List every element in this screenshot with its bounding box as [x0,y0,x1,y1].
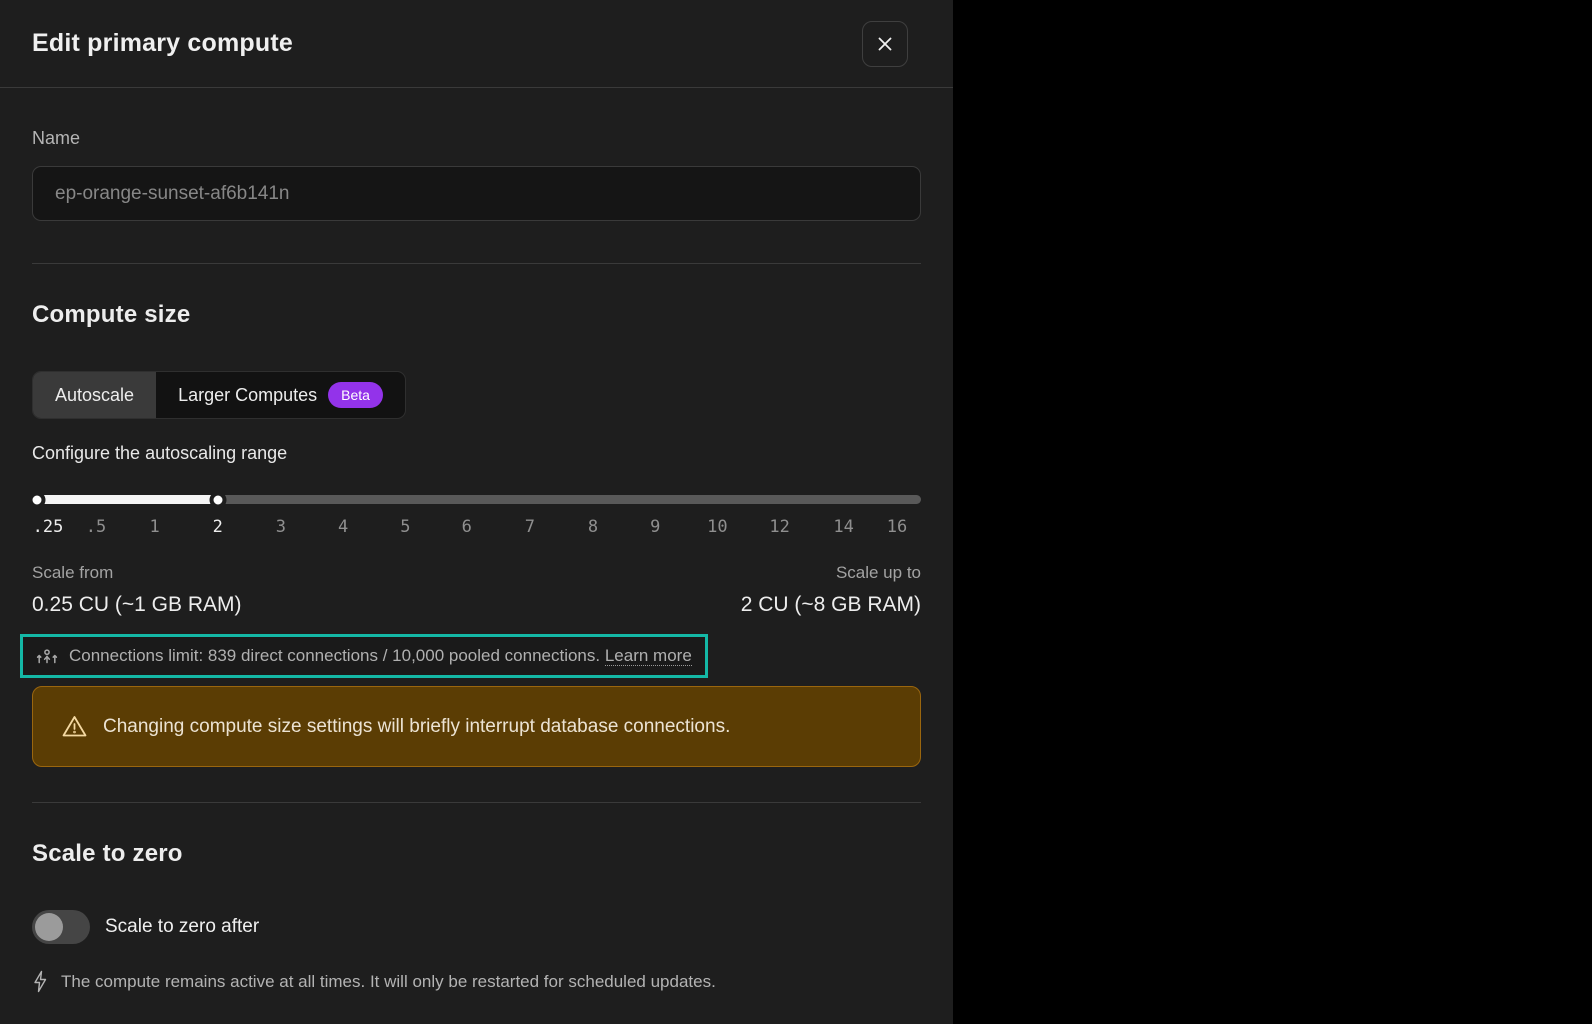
slider-tick-16: 16 [886,517,908,537]
scale-to-zero-toggle-row: Scale to zero after [32,910,921,944]
tab-larger-computes[interactable]: Larger Computes Beta [156,372,405,418]
slider-tick-3: 3 [275,517,287,537]
slider-tick-.25: .25 [32,517,64,537]
slider-tick-2: 2 [212,517,223,537]
edit-primary-compute-modal: Edit primary compute Name Compute size A… [0,0,953,1024]
slider-ticks: .25.5 1 2 3 4 5 6 7 8 9 10 12 14 16 [32,517,921,539]
slider-tick-14: 14 [833,517,854,537]
slider-tick-4: 4 [338,517,349,537]
slider-fill [32,495,218,504]
slider-tick-9: 9 [650,517,661,537]
connections-limit-note: Connections limit: 839 direct connection… [20,634,708,678]
autoscaling-range-slider [29,492,921,507]
slider-handle-max[interactable] [210,492,226,507]
connections-limit-message: Connections limit: 839 direct connection… [69,646,601,665]
scale-to-zero-toggle[interactable] [32,910,90,944]
divider [32,263,921,264]
slider-track[interactable] [32,495,921,504]
compute-size-tabs: Autoscale Larger Computes Beta [32,371,406,419]
compute-size-heading: Compute size [32,301,191,328]
slider-tick-1: 1 [149,517,160,537]
name-input[interactable] [32,166,921,221]
divider [32,802,921,803]
close-icon [875,34,895,54]
slider-tick-6: 6 [461,517,472,537]
compute-active-note: The compute remains active at all times.… [61,972,716,991]
lightning-bolt-icon [32,970,48,993]
scale-up-to-block: Scale up to 2 CU (~8 GB RAM) [741,563,921,617]
slider-handle-min[interactable] [29,492,45,507]
slider-tick-7: 7 [524,517,535,537]
modal-content: Name Compute size Autoscale Larger Compu… [0,128,953,993]
modal-header: Edit primary compute [0,0,953,88]
scale-up-to-value: 2 CU (~8 GB RAM) [740,593,921,616]
beta-badge: Beta [328,382,383,408]
modal-title: Edit primary compute [32,29,293,57]
scale-from-block: Scale from 0.25 CU (~1 GB RAM) [32,563,241,617]
scale-summary-row: Scale from 0.25 CU (~1 GB RAM) Scale up … [32,563,921,617]
name-label: Name [32,128,81,148]
connections-limit-text: Connections limit: 839 direct connection… [69,645,692,667]
slider-tick-10: 10 [707,517,728,537]
scale-from-label: Scale from [32,563,114,582]
toggle-knob [35,913,63,941]
tab-autoscale-label: Autoscale [55,384,135,405]
slider-tick-.5: .5 [85,517,107,537]
scale-up-to-label: Scale up to [835,563,921,582]
warning-text: Changing compute size settings will brie… [103,716,731,737]
scale-to-zero-toggle-label: Scale to zero after [105,916,260,937]
close-button[interactable] [862,20,908,67]
scale-from-value: 0.25 CU (~1 GB RAM) [32,593,242,616]
compute-warning-banner: Changing compute size settings will brie… [32,686,921,767]
learn-more-link[interactable]: Learn more [604,646,692,666]
warning-triangle-icon [61,714,88,739]
slider-tick-12: 12 [769,517,790,537]
tab-larger-computes-label: Larger Computes [178,384,318,405]
slider-tick-5: 5 [400,517,411,537]
scale-to-zero-heading: Scale to zero [32,840,183,867]
autoscaling-range-caption: Configure the autoscaling range [32,443,288,463]
compute-active-note-row: The compute remains active at all times.… [32,970,921,993]
slider-tick-8: 8 [587,517,599,537]
user-connections-icon [36,646,58,666]
tab-autoscale[interactable]: Autoscale [33,372,157,418]
